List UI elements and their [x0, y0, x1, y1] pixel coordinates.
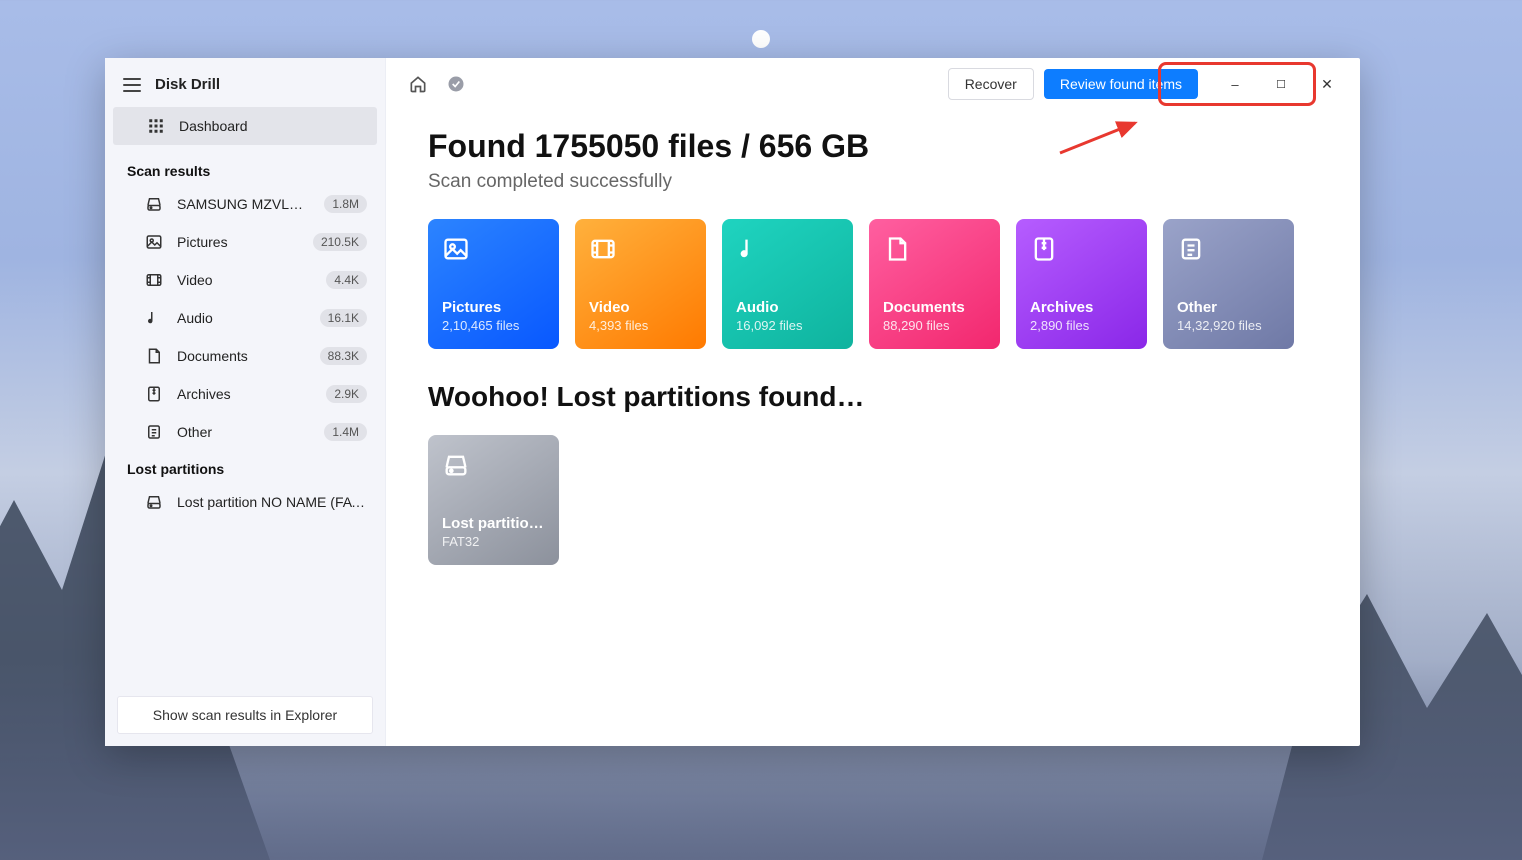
show-in-explorer-button[interactable]: Show scan results in Explorer [117, 696, 373, 734]
sidebar-item-lost-partition[interactable]: Lost partition NO NAME (FAT… [105, 483, 385, 521]
main-pane: Recover Review found items – ☐ ✕ Found 1… [386, 58, 1360, 746]
hamburger-icon[interactable] [123, 78, 141, 92]
picture-icon [442, 235, 470, 263]
grid-icon [147, 117, 165, 135]
sidebar-item-documents[interactable]: Documents 88.3K [105, 337, 385, 375]
card-pictures[interactable]: Pictures 2,10,465 files [428, 219, 559, 349]
card-sub: 14,32,920 files [1177, 318, 1280, 333]
archive-icon [1030, 235, 1058, 263]
sidebar-item-label: Pictures [177, 234, 228, 250]
card-audio[interactable]: Audio 16,092 files [722, 219, 853, 349]
drive-icon [442, 451, 470, 479]
lost-partitions-headline: Woohoo! Lost partitions found… [428, 381, 1318, 413]
picture-icon [145, 233, 163, 251]
sidebar-item-label: Dashboard [179, 118, 248, 134]
sidebar-item-label: Lost partition NO NAME (FAT… [177, 494, 367, 510]
review-found-items-button[interactable]: Review found items [1044, 69, 1198, 99]
document-icon [883, 235, 911, 263]
card-title: Documents [883, 299, 986, 316]
card-sub: FAT32 [442, 534, 545, 549]
sidebar-item-count: 4.4K [326, 271, 367, 289]
category-cards: Pictures 2,10,465 files Video 4,393 file… [428, 219, 1318, 349]
sidebar-item-label: Archives [177, 386, 231, 402]
close-button[interactable]: ✕ [1304, 68, 1350, 100]
results-subhead: Scan completed successfully [428, 171, 1318, 193]
webcam-dot [752, 30, 770, 48]
sidebar-item-count: 1.8M [324, 195, 367, 213]
minimize-button[interactable]: – [1212, 68, 1258, 100]
sidebar-item-count: 210.5K [313, 233, 367, 251]
card-title: Pictures [442, 299, 545, 316]
video-icon [589, 235, 617, 263]
sidebar-item-count: 16.1K [320, 309, 367, 327]
sidebar-footer: Show scan results in Explorer [105, 684, 385, 746]
sidebar-item-dashboard[interactable]: Dashboard [113, 107, 377, 145]
card-sub: 4,393 files [589, 318, 692, 333]
card-documents[interactable]: Documents 88,290 files [869, 219, 1000, 349]
sidebar-item-archives[interactable]: Archives 2.9K [105, 375, 385, 413]
sidebar-item-video[interactable]: Video 4.4K [105, 261, 385, 299]
sidebar-header: Disk Drill [105, 58, 385, 107]
sidebar-item-other[interactable]: Other 1.4M [105, 413, 385, 451]
sidebar-item-count: 2.9K [326, 385, 367, 403]
card-title: Archives [1030, 299, 1133, 316]
sidebar-item-count: 1.4M [324, 423, 367, 441]
card-sub: 88,290 files [883, 318, 986, 333]
sidebar-item-label: Audio [177, 310, 213, 326]
home-icon[interactable] [408, 74, 428, 94]
card-title: Audio [736, 299, 839, 316]
card-archives[interactable]: Archives 2,890 files [1016, 219, 1147, 349]
sidebar-section-scan-results: Scan results [105, 153, 385, 185]
sidebar-item-pictures[interactable]: Pictures 210.5K [105, 223, 385, 261]
card-sub: 16,092 files [736, 318, 839, 333]
sidebar-section-lost-partitions: Lost partitions [105, 451, 385, 483]
sidebar-item-label: Other [177, 424, 212, 440]
sidebar-item-label: Documents [177, 348, 248, 364]
audio-icon [736, 235, 764, 263]
sidebar-item-count: 88.3K [320, 347, 367, 365]
video-icon [145, 271, 163, 289]
sidebar-item-drive[interactable]: SAMSUNG MZVLB1T0… 1.8M [105, 185, 385, 223]
archive-icon [145, 385, 163, 403]
card-sub: 2,890 files [1030, 318, 1133, 333]
sidebar-item-label: SAMSUNG MZVLB1T0… [177, 196, 310, 212]
card-title: Other [1177, 299, 1280, 316]
card-other[interactable]: Other 14,32,920 files [1163, 219, 1294, 349]
content-area: Found 1755050 files / 656 GB Scan comple… [386, 110, 1360, 615]
drive-icon [145, 493, 163, 511]
other-icon [145, 423, 163, 441]
app-window: Disk Drill Dashboard Scan results SAMSUN… [105, 58, 1360, 746]
sidebar: Disk Drill Dashboard Scan results SAMSUN… [105, 58, 386, 746]
app-title: Disk Drill [155, 76, 220, 93]
other-icon [1177, 235, 1205, 263]
audio-icon [145, 309, 163, 327]
window-controls: – ☐ ✕ [1212, 68, 1350, 100]
results-headline: Found 1755050 files / 656 GB [428, 128, 1318, 165]
recover-button[interactable]: Recover [948, 68, 1034, 100]
toolbar: Recover Review found items – ☐ ✕ [386, 58, 1360, 110]
check-badge-icon[interactable] [446, 74, 466, 94]
sidebar-item-label: Video [177, 272, 213, 288]
card-title: Video [589, 299, 692, 316]
document-icon [145, 347, 163, 365]
drive-icon [145, 195, 163, 213]
card-sub: 2,10,465 files [442, 318, 545, 333]
maximize-button[interactable]: ☐ [1258, 68, 1304, 100]
card-lost-partition[interactable]: Lost partitio… FAT32 [428, 435, 559, 565]
lost-partition-cards: Lost partitio… FAT32 [428, 435, 1318, 565]
card-title: Lost partitio… [442, 515, 545, 532]
sidebar-item-audio[interactable]: Audio 16.1K [105, 299, 385, 337]
card-video[interactable]: Video 4,393 files [575, 219, 706, 349]
